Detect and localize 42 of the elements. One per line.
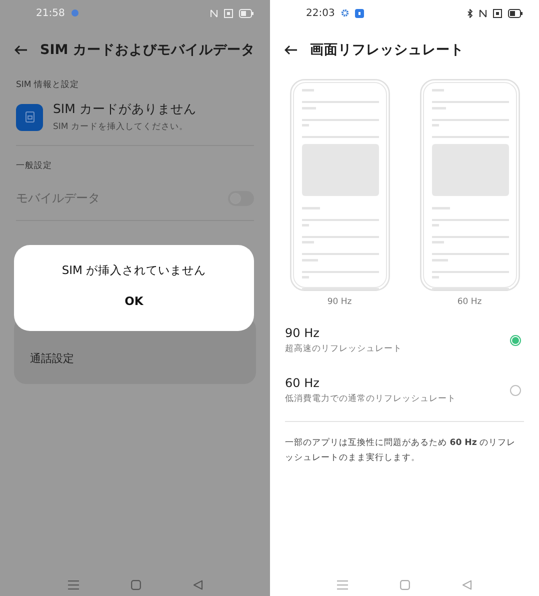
call-settings-item[interactable]: 通話設定	[30, 351, 74, 366]
screen-title: 画面リフレッシュレート	[310, 41, 464, 59]
battery-icon	[239, 8, 254, 18]
sim-card-icon	[493, 8, 502, 18]
preview-label: 60 Hz	[457, 297, 482, 307]
notification-dot-icon	[70, 9, 79, 17]
option-subtitle: 超高速のリフレッシュレート	[285, 342, 402, 354]
menu-icon[interactable]	[337, 580, 348, 590]
refresh-rate-option[interactable]: 90 Hz 超高速のリフレッシュレート	[270, 315, 539, 365]
battery-icon	[508, 8, 523, 18]
nfc-icon	[479, 8, 487, 18]
sim-status-subtitle: SIM カードを挿入してください。	[53, 121, 189, 133]
gear-icon	[340, 9, 349, 17]
home-square-icon[interactable]	[400, 580, 410, 590]
home-square-icon[interactable]	[130, 580, 140, 590]
app-notification-icon	[354, 8, 364, 18]
screen-title: SIM カードおよびモバイルデータ	[40, 41, 255, 59]
sim-card-icon	[224, 8, 233, 18]
bluetooth-icon	[467, 8, 473, 18]
radio-button[interactable]	[510, 384, 521, 396]
menu-icon[interactable]	[68, 580, 78, 590]
option-subtitle: 低消費電力での通常のリフレッシュレート	[285, 392, 456, 404]
sim-status-title: SIM カードがありません	[53, 101, 196, 118]
preview-label: 90 Hz	[327, 297, 352, 307]
option-title: 60 Hz	[285, 376, 320, 390]
note-text: 一部のアプリは互換性に問題があるため 60 Hz のリフレッシュレートのまま実行します。	[285, 436, 517, 465]
nfc-icon	[210, 8, 218, 18]
section-label: SIM 情報と設定	[15, 79, 80, 91]
section-label: 一般設定	[15, 160, 53, 172]
dialog-message: SIM が挿入されていません	[62, 263, 206, 278]
sim-card-icon	[16, 104, 43, 130]
option-title: 90 Hz	[285, 326, 320, 340]
back-arrow-icon[interactable]	[14, 45, 28, 55]
radio-button[interactable]	[510, 334, 521, 346]
back-triangle-icon[interactable]	[192, 580, 202, 590]
status-time: 21:58	[36, 8, 65, 18]
back-arrow-icon[interactable]	[284, 45, 298, 55]
back-triangle-icon[interactable]	[462, 580, 472, 590]
refresh-rate-option[interactable]: 60 Hz 低消費電力での通常のリフレッシュレート	[270, 365, 539, 415]
mobile-data-label: モバイルデータ	[16, 190, 100, 206]
status-time: 22:03	[306, 8, 335, 18]
ok-button[interactable]: OK	[114, 292, 154, 310]
